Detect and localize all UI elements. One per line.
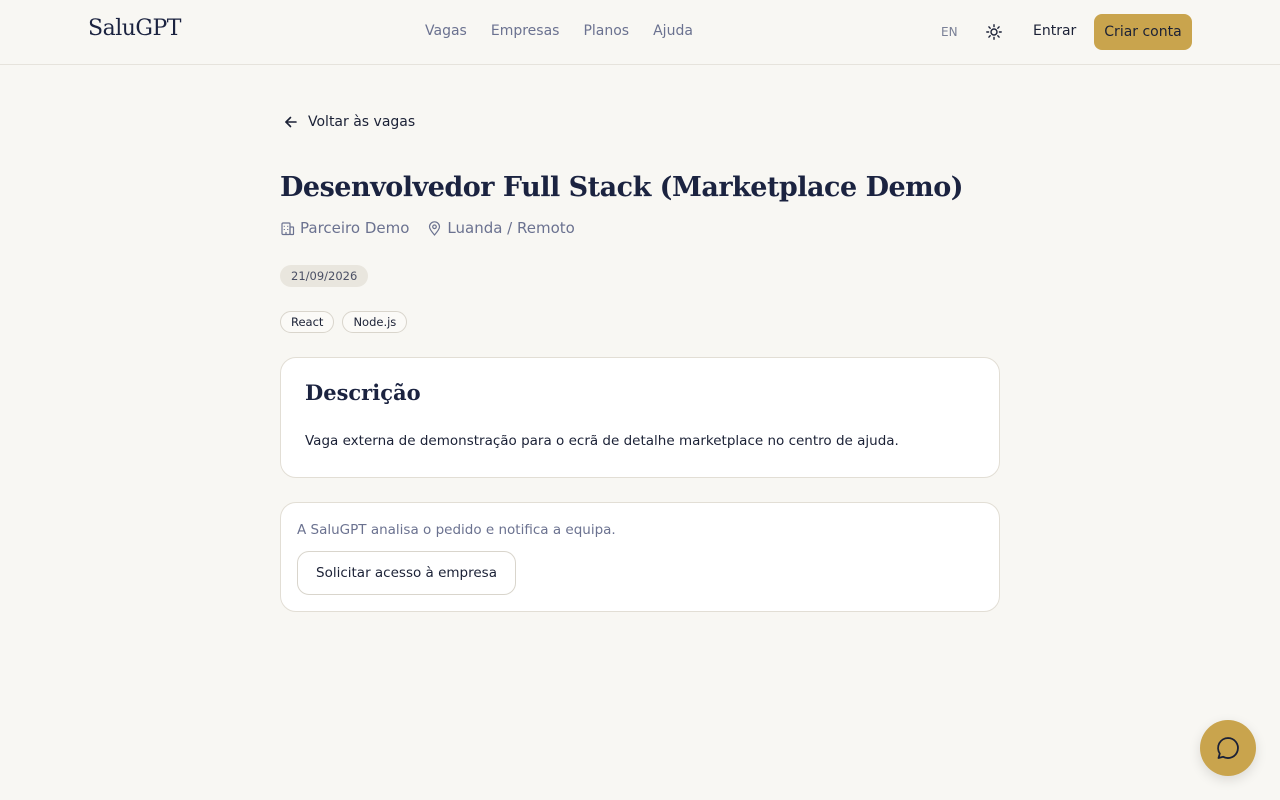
- login-link[interactable]: Entrar: [1033, 23, 1076, 39]
- access-request-card: A SaluGPT analisa o pedido e notifica a …: [280, 502, 1000, 612]
- top-navbar: SaluGPT Vagas Empresas Planos Ajuda EN E…: [0, 0, 1280, 65]
- main-nav: Vagas Empresas Planos Ajuda: [425, 23, 717, 39]
- nav-item-vagas[interactable]: Vagas: [425, 23, 467, 39]
- back-to-jobs-link[interactable]: Voltar às vagas: [284, 114, 415, 130]
- map-pin-icon: [427, 220, 442, 236]
- access-note: A SaluGPT analisa o pedido e notifica a …: [297, 522, 616, 538]
- tag-nodejs: Node.js: [342, 311, 408, 333]
- job-meta: Parceiro Demo Luanda / Remoto: [280, 219, 593, 237]
- nav-item-planos[interactable]: Planos: [583, 23, 629, 39]
- nav-item-ajuda[interactable]: Ajuda: [653, 23, 693, 39]
- tag-react: React: [280, 311, 335, 333]
- request-company-access-button[interactable]: Solicitar acesso à empresa: [297, 551, 516, 595]
- location-info: Luanda / Remoto: [427, 219, 575, 237]
- company-name: Parceiro Demo: [300, 219, 410, 237]
- language-toggle[interactable]: EN: [941, 25, 958, 39]
- create-account-button[interactable]: Criar conta: [1094, 14, 1192, 50]
- description-text: Vaga externa de demonstração para o ecrã…: [305, 433, 899, 449]
- date-badge: 21/09/2026: [280, 265, 369, 287]
- skill-tags: React Node.js: [280, 311, 408, 333]
- site-logo[interactable]: SaluGPT: [88, 16, 181, 41]
- back-label: Voltar às vagas: [308, 114, 416, 130]
- location-text: Luanda / Remoto: [447, 219, 575, 237]
- description-heading: Descrição: [305, 380, 421, 405]
- description-card: Descrição Vaga externa de demonstração p…: [280, 357, 1000, 478]
- chat-bubble-icon: [1215, 735, 1241, 761]
- nav-item-empresas[interactable]: Empresas: [491, 23, 560, 39]
- sun-icon[interactable]: [983, 21, 1005, 43]
- company-info: Parceiro Demo: [280, 219, 409, 237]
- arrow-left-icon: [284, 115, 298, 129]
- job-title: Desenvolvedor Full Stack (Marketplace De…: [280, 172, 964, 203]
- building-icon: [280, 221, 295, 236]
- chat-button[interactable]: [1200, 720, 1256, 776]
